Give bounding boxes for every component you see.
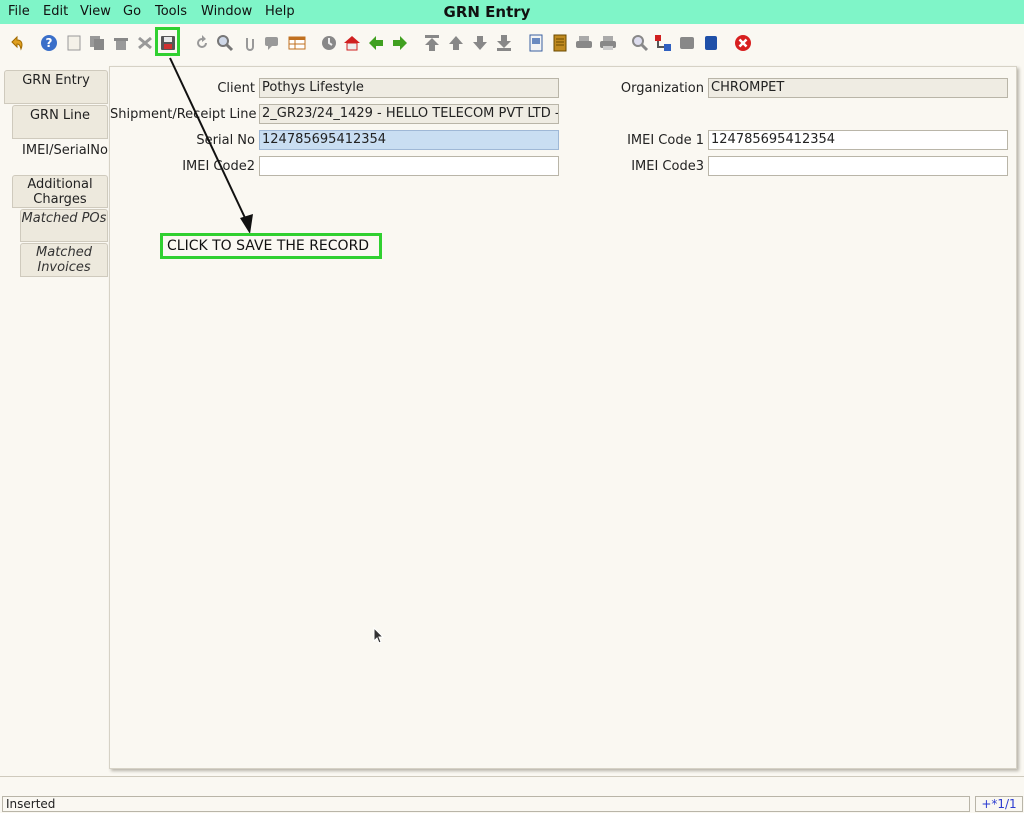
- imei-code3-label: IMEI Code3: [631, 159, 704, 174]
- organization-field[interactable]: CHROMPET: [708, 78, 1008, 98]
- detail-record-icon[interactable]: [391, 34, 409, 52]
- annotation-callout: CLICK TO SAVE THE RECORD: [160, 233, 382, 259]
- imei-code3-field[interactable]: [708, 156, 1008, 176]
- workflow-icon[interactable]: [654, 34, 672, 52]
- tab-label: Matched POs: [21, 211, 107, 226]
- zoom-across-icon[interactable]: [631, 34, 649, 52]
- print-icon[interactable]: [599, 34, 617, 52]
- serial-no-label: Serial No: [196, 133, 255, 148]
- tab-grn-entry[interactable]: GRN Entry: [4, 70, 108, 104]
- tab-label: GRN Entry: [22, 73, 90, 88]
- last-record-icon[interactable]: [495, 34, 513, 52]
- svg-text:?: ?: [46, 36, 53, 50]
- tab-imei-serialno[interactable]: IMEI/SerialNo: [20, 140, 110, 174]
- status-message: Inserted: [2, 796, 970, 812]
- serial-no-field[interactable]: 124785695412354: [259, 130, 559, 150]
- record-info[interactable]: +*1/1: [975, 796, 1023, 812]
- chat-icon[interactable]: [264, 34, 282, 52]
- history-icon[interactable]: [320, 34, 338, 52]
- tab-matched-pos[interactable]: Matched POs: [20, 209, 108, 242]
- imei-code1-label: IMEI Code 1: [627, 133, 704, 148]
- home-icon[interactable]: [343, 34, 361, 52]
- tab-label: Additional Charges: [27, 177, 93, 207]
- organization-label: Organization: [620, 81, 704, 96]
- print-preview-icon[interactable]: [575, 34, 593, 52]
- help-icon[interactable]: ?: [40, 34, 58, 52]
- save-button-highlight: [155, 27, 180, 56]
- client-label: Client: [217, 81, 255, 96]
- undo-icon[interactable]: [8, 34, 26, 52]
- copy-record-icon[interactable]: [88, 34, 106, 52]
- client-field[interactable]: Pothys Lifestyle: [259, 78, 559, 98]
- shipment-line-label: Shipment/Receipt Line: [110, 107, 257, 122]
- imei-code1-field[interactable]: 124785695412354: [708, 130, 1008, 150]
- imei-code2-field[interactable]: [259, 156, 559, 176]
- request-icon[interactable]: [678, 34, 696, 52]
- tab-label: GRN Line: [29, 108, 91, 123]
- imei-code2-label: IMEI Code2: [182, 159, 255, 174]
- attachment-icon[interactable]: [241, 34, 259, 52]
- parent-record-icon[interactable]: [367, 34, 385, 52]
- previous-record-icon[interactable]: [447, 34, 465, 52]
- window-title: GRN Entry: [443, 3, 531, 21]
- menu-bar: File Edit View Go Tools Window Help GRN …: [0, 0, 1024, 24]
- tab-label: IMEI/SerialNo: [22, 143, 108, 158]
- mouse-cursor-icon: [373, 627, 385, 644]
- tab-grn-line[interactable]: GRN Line: [12, 105, 108, 139]
- product-info-icon[interactable]: [702, 34, 720, 52]
- delete-selection-icon[interactable]: [136, 34, 154, 52]
- delete-icon[interactable]: [112, 34, 130, 52]
- tab-additional-charges[interactable]: Additional Charges: [12, 175, 108, 208]
- grid-toggle-icon[interactable]: [288, 34, 306, 52]
- archive-icon[interactable]: [551, 34, 569, 52]
- tab-label: Matched Invoices: [36, 245, 92, 275]
- new-record-icon[interactable]: [65, 34, 83, 52]
- find-icon[interactable]: [216, 34, 234, 52]
- refresh-icon[interactable]: [193, 34, 211, 52]
- next-record-icon[interactable]: [471, 34, 489, 52]
- first-record-icon[interactable]: [423, 34, 441, 52]
- report-icon[interactable]: [527, 34, 545, 52]
- exit-icon[interactable]: [734, 34, 752, 52]
- shipment-line-field[interactable]: 2_GR23/24_1429 - HELLO TELECOM PVT LTD -: [259, 104, 559, 124]
- toolbar: ?: [0, 24, 1024, 64]
- tab-matched-invoices[interactable]: Matched Invoices: [20, 243, 108, 277]
- status-divider: [0, 776, 1024, 793]
